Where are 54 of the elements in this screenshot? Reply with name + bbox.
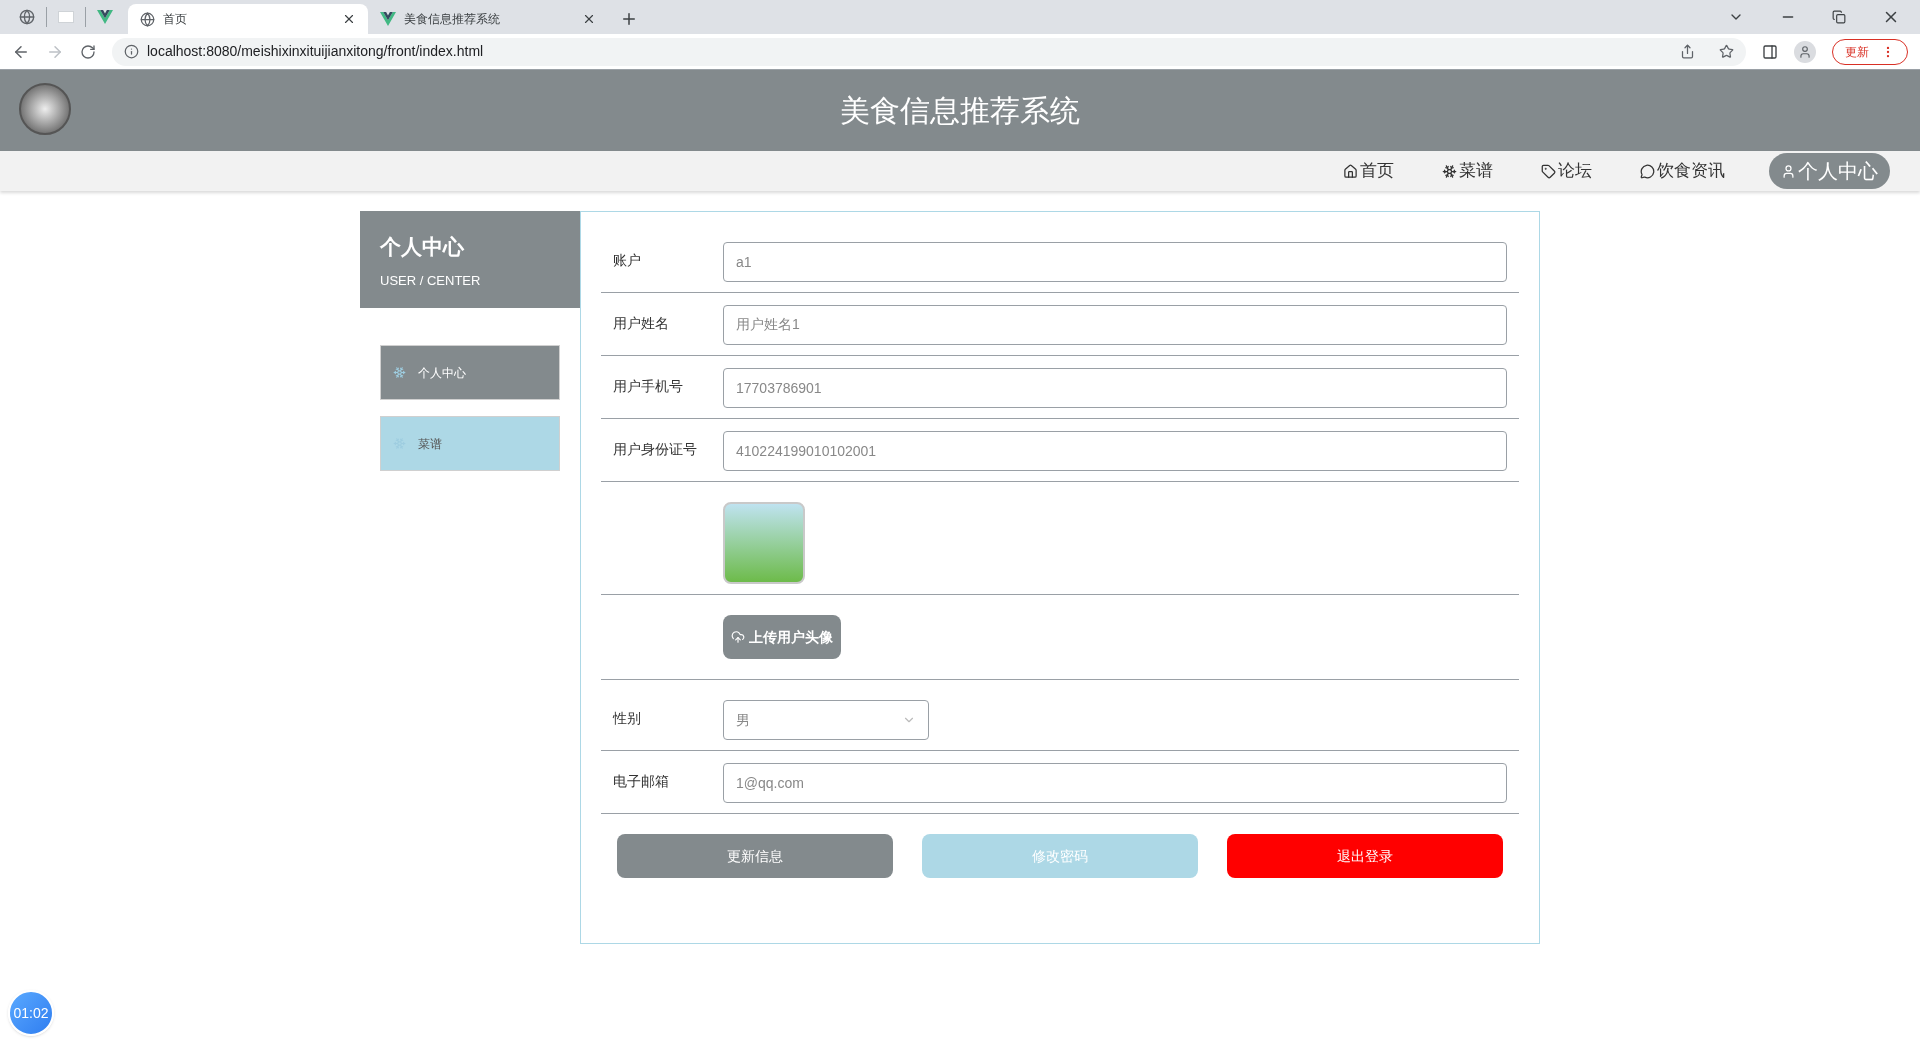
- site-title: 美食信息推荐系统: [840, 93, 1080, 129]
- field-label: 性别: [613, 709, 642, 728]
- browser-tab[interactable]: 美食信息推荐系统: [368, 4, 608, 34]
- field-label: 用户身份证号: [613, 440, 698, 459]
- browser-tab[interactable]: 首页: [128, 4, 368, 34]
- input-field[interactable]: 410224199010102001: [723, 431, 1507, 471]
- nav-link[interactable]: 论坛: [1521, 153, 1612, 189]
- sidebar-subtitle: USER / CENTER: [380, 271, 482, 290]
- side-panel-icon[interactable]: [1762, 43, 1778, 60]
- input-field[interactable]: 17703786901: [723, 368, 1507, 408]
- address-bar[interactable]: localhost:8080/meishixinxituijianxitong/front/index.html: [112, 37, 1746, 66]
- globe-icon[interactable]: [19, 9, 35, 25]
- input-field[interactable]: 1@qq.com: [723, 763, 1507, 803]
- input-field[interactable]: a1: [723, 242, 1507, 282]
- reload-icon[interactable]: [80, 43, 96, 60]
- vue-logo-icon: [380, 12, 396, 26]
- field-label: 电子邮箱: [613, 772, 670, 791]
- url-text: localhost:8080/meishixinxituijianxitong/front/index.html: [147, 42, 485, 61]
- chat-bubble-icon: [1640, 163, 1655, 179]
- action-button[interactable]: 更新信息: [617, 834, 893, 878]
- field-label: 用户手机号: [613, 377, 684, 396]
- user-icon: [1781, 163, 1796, 179]
- upload-avatar-button[interactable]: 上传用户头像: [723, 615, 841, 659]
- timer-badge: 01:02: [8, 990, 54, 1036]
- field-label: 用户姓名: [613, 314, 670, 333]
- gender-select[interactable]: 男: [723, 700, 929, 740]
- vue-logo-icon: [97, 10, 113, 24]
- nav-link[interactable]: 个人中心: [1769, 153, 1890, 189]
- snowflake-icon: [1442, 163, 1457, 179]
- tab-title: 美食信息推荐系统: [404, 11, 501, 28]
- nav-link[interactable]: 首页: [1323, 153, 1414, 189]
- site-logo-icon: [19, 83, 71, 135]
- new-tab-icon[interactable]: [620, 10, 638, 28]
- field-label: 账户: [613, 251, 642, 270]
- sidebar-title: 个人中心: [380, 234, 465, 260]
- home-icon: [1343, 163, 1358, 179]
- nav-link[interactable]: 菜谱: [1422, 153, 1513, 189]
- star-icon[interactable]: [1719, 44, 1734, 59]
- snowflake-icon: [393, 366, 406, 379]
- globe-icon: [140, 11, 155, 27]
- close-icon[interactable]: [342, 12, 356, 26]
- input-field[interactable]: 用户姓名1: [723, 305, 1507, 345]
- profile-icon[interactable]: [1794, 40, 1816, 63]
- restore-icon[interactable]: [1832, 10, 1846, 24]
- tag-icon: [1541, 163, 1556, 179]
- info-icon: [124, 44, 139, 59]
- tab-title: 首页: [163, 11, 188, 28]
- cloud-upload-icon: [731, 630, 745, 644]
- share-icon[interactable]: [1680, 44, 1695, 59]
- sidebar-item[interactable]: 菜谱: [380, 416, 560, 471]
- nav-link[interactable]: 饮食资讯: [1620, 153, 1745, 189]
- sidebar-item[interactable]: 个人中心: [380, 345, 560, 400]
- action-button[interactable]: 退出登录: [1227, 834, 1503, 878]
- close-icon[interactable]: [582, 12, 596, 26]
